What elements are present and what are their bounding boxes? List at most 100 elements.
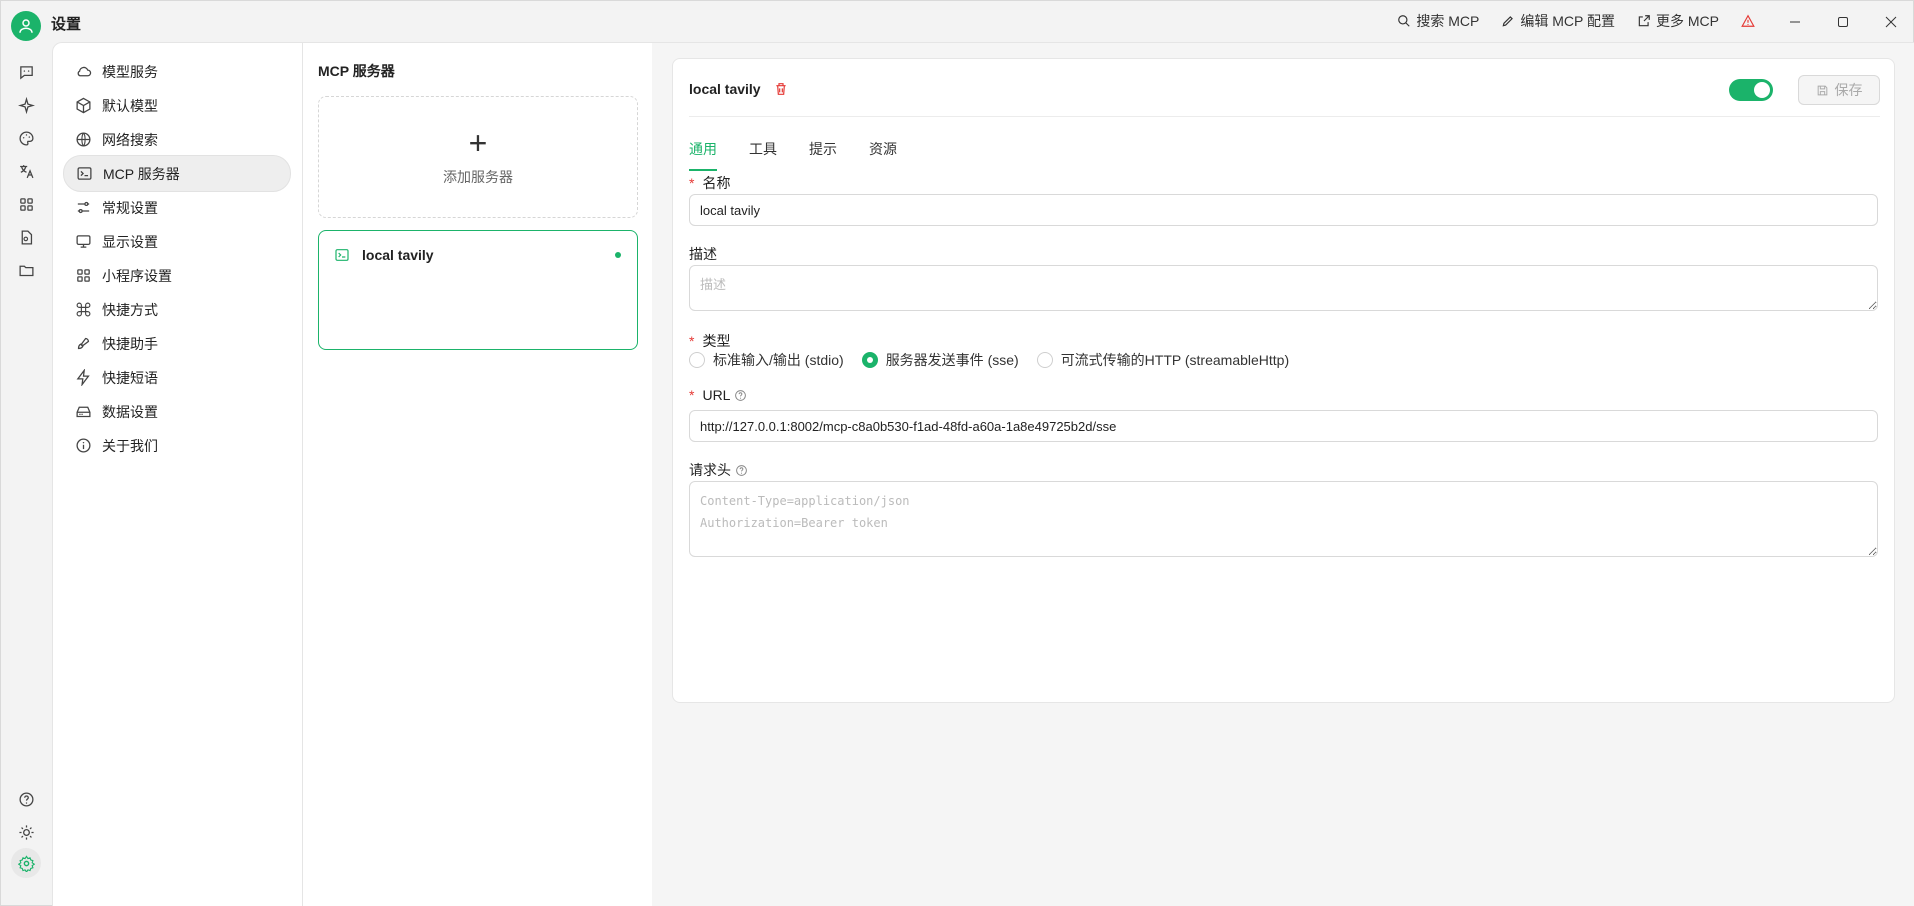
nav-item-general-settings[interactable]: 常规设置 xyxy=(63,189,291,226)
maximize-button[interactable] xyxy=(1819,1,1867,42)
rail-settings[interactable] xyxy=(11,848,41,878)
type-radio-group: 标准输入/输出 (stdio) 服务器发送事件 (sse) 可流式传输的HTTP… xyxy=(689,350,1289,370)
nav-item-label: 模型服务 xyxy=(102,63,158,80)
rail-chat[interactable] xyxy=(14,60,38,84)
description-textarea[interactable] xyxy=(689,265,1878,311)
headers-textarea[interactable] xyxy=(689,481,1878,557)
warning-button[interactable] xyxy=(1741,14,1755,28)
icon-rail xyxy=(1,42,51,906)
server-card-name: local tavily xyxy=(362,247,434,263)
detail-tabs: 通用 工具 提示 资源 xyxy=(689,139,897,171)
help-icon[interactable] xyxy=(735,464,748,477)
nav-item-shortcuts[interactable]: 快捷方式 xyxy=(63,291,291,328)
cube-icon xyxy=(76,97,91,114)
nav-item-web-search[interactable]: 网络搜索 xyxy=(63,121,291,158)
tab-prompts[interactable]: 提示 xyxy=(809,139,837,171)
server-card[interactable]: local tavily xyxy=(318,230,638,350)
rail-theme[interactable] xyxy=(14,820,38,844)
rail-agents[interactable] xyxy=(14,93,38,117)
save-label: 保存 xyxy=(1834,82,1863,98)
tab-tools[interactable]: 工具 xyxy=(749,139,777,171)
nav-item-label: 快捷短语 xyxy=(102,369,158,386)
rail-help[interactable] xyxy=(14,787,38,811)
radio-indicator xyxy=(861,352,878,368)
external-link-icon xyxy=(1638,15,1650,27)
nav-item-miniapp-settings[interactable]: 小程序设置 xyxy=(63,257,291,294)
nav-item-quick-phrases[interactable]: 快捷短语 xyxy=(63,359,291,396)
type-field-label: * 类型 xyxy=(689,333,731,349)
search-mcp-button[interactable]: 搜索 MCP xyxy=(1397,11,1479,31)
add-server-button[interactable]: + 添加服务器 xyxy=(318,96,638,218)
required-mark: * xyxy=(689,175,695,191)
edit-mcp-config-button[interactable]: 编辑 MCP 配置 xyxy=(1501,11,1615,31)
edit-mcp-config-label: 编辑 MCP 配置 xyxy=(1520,13,1615,29)
rail-knowledge[interactable] xyxy=(14,225,38,249)
sliders-icon xyxy=(77,201,90,214)
plus-icon: + xyxy=(468,125,488,161)
radio-indicator xyxy=(1036,352,1053,368)
save-icon xyxy=(1817,85,1827,95)
tab-general[interactable]: 通用 xyxy=(689,139,717,171)
nav-item-label: 数据设置 xyxy=(102,403,158,420)
help-icon[interactable] xyxy=(734,389,747,402)
info-icon xyxy=(76,438,91,453)
tab-resources[interactable]: 资源 xyxy=(869,139,897,171)
url-field-label: * URL xyxy=(689,387,747,403)
help-icon xyxy=(18,791,34,807)
rail-paint[interactable] xyxy=(14,126,38,150)
more-mcp-button[interactable]: 更多 MCP xyxy=(1637,11,1719,31)
folder-icon xyxy=(18,265,34,276)
minimize-button[interactable] xyxy=(1771,1,1819,42)
nav-item-mcp-servers[interactable]: MCP 服务器 xyxy=(63,155,291,192)
save-button[interactable]: 保存 xyxy=(1798,75,1880,105)
settings-nav: 模型服务 默认模型 网络搜索 MCP 服务器 常规设置 显示设置 小程序设置 快… xyxy=(52,42,302,906)
app-window: 设置 搜索 MCP 编辑 MCP 配置 更多 MCP 模型服务 默认模型 网络搜… xyxy=(0,0,1914,906)
terminal-icon xyxy=(77,167,92,180)
avatar[interactable] xyxy=(11,11,41,41)
required-mark: * xyxy=(689,333,695,349)
command-icon xyxy=(76,302,91,317)
nav-item-data-settings[interactable]: 数据设置 xyxy=(63,393,291,430)
type-radio-sse[interactable]: 服务器发送事件 (sse) xyxy=(861,350,1019,370)
radio-label: 服务器发送事件 (sse) xyxy=(885,352,1019,368)
enable-toggle[interactable] xyxy=(1729,79,1773,101)
headers-field-label: 请求头 xyxy=(689,460,748,480)
zap-icon xyxy=(76,369,90,386)
cloud-icon xyxy=(77,66,92,77)
title-bar: 设置 搜索 MCP 编辑 MCP 配置 更多 MCP xyxy=(1,1,1914,42)
nav-item-quick-assistant[interactable]: 快捷助手 xyxy=(63,325,291,362)
add-server-label: 添加服务器 xyxy=(443,169,513,185)
nav-item-model-service[interactable]: 模型服务 xyxy=(63,53,291,90)
description-field-label: 描述 xyxy=(689,246,717,262)
close-button[interactable] xyxy=(1867,1,1914,42)
nav-item-default-model[interactable]: 默认模型 xyxy=(63,87,291,124)
server-list-title: MCP 服务器 xyxy=(318,63,395,79)
trash-icon[interactable] xyxy=(773,81,789,97)
type-radio-streamable-http[interactable]: 可流式传输的HTTP (streamableHttp) xyxy=(1036,350,1290,370)
hard-drive-icon xyxy=(76,406,91,418)
rail-translate[interactable] xyxy=(14,159,38,183)
user-icon xyxy=(19,19,33,33)
required-mark: * xyxy=(689,387,695,403)
sparkle-icon xyxy=(17,96,35,114)
rail-files[interactable] xyxy=(14,258,38,282)
type-radio-stdio[interactable]: 标准输入/输出 (stdio) xyxy=(689,350,844,370)
maximize-icon xyxy=(1838,16,1848,27)
search-icon xyxy=(1398,15,1411,27)
radio-label: 标准输入/输出 (stdio) xyxy=(713,352,844,368)
chat-icon xyxy=(19,65,33,79)
app-title: 设置 xyxy=(51,16,82,33)
name-input[interactable] xyxy=(689,194,1878,226)
name-field-label: * 名称 xyxy=(689,175,731,191)
url-input[interactable] xyxy=(689,410,1878,442)
window-controls xyxy=(1771,1,1914,42)
radio-label: 可流式传输的HTTP (streamableHttp) xyxy=(1060,352,1290,368)
nav-item-label: 网络搜索 xyxy=(102,131,158,148)
terminal-icon xyxy=(335,249,349,261)
nav-item-display-settings[interactable]: 显示设置 xyxy=(63,223,291,260)
rail-apps[interactable] xyxy=(14,192,38,216)
nav-item-about[interactable]: 关于我们 xyxy=(63,427,291,464)
globe-icon xyxy=(76,132,91,147)
detail-title: local tavily xyxy=(689,81,761,97)
nav-item-label: 显示设置 xyxy=(102,233,158,250)
